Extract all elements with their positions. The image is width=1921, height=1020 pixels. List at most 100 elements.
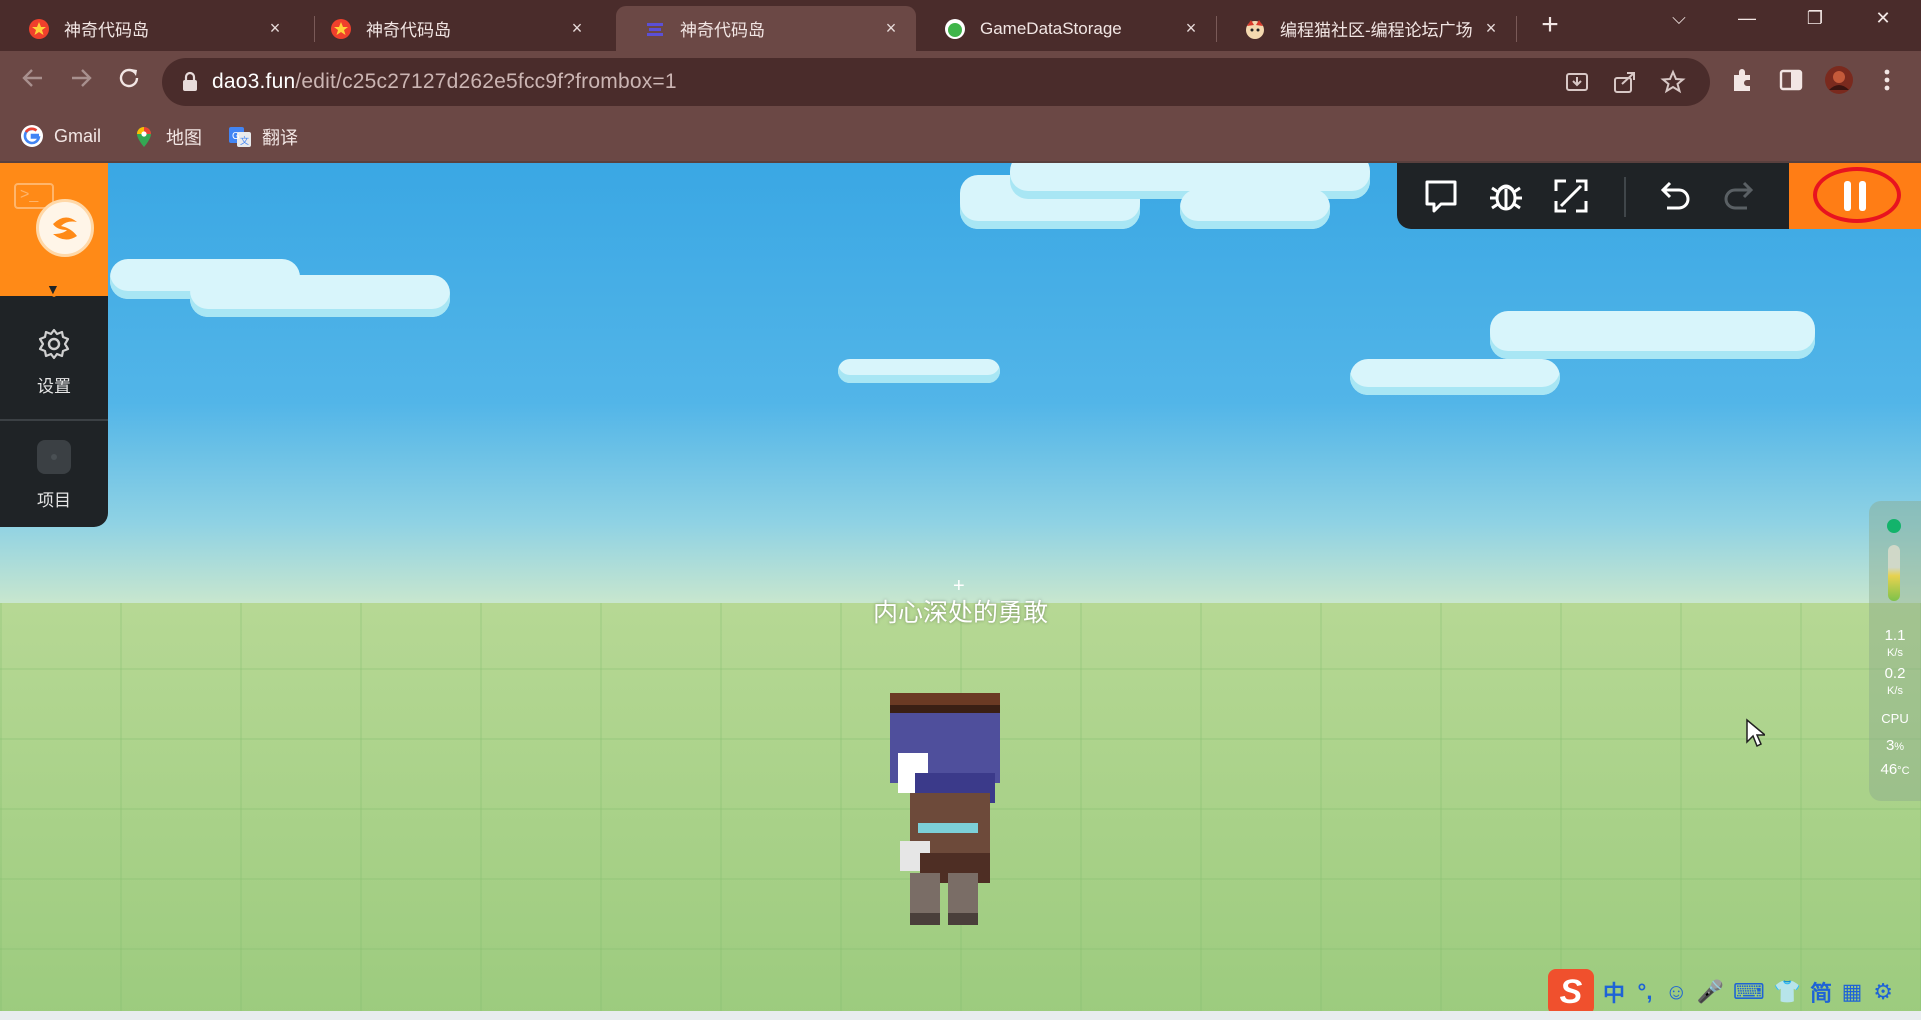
load-bar: [1888, 545, 1900, 601]
ime-keyboard-icon[interactable]: ⌨: [1733, 979, 1765, 1005]
tab-search-dropdown-icon[interactable]: ⌵: [1654, 8, 1704, 38]
sidebar-item-settings[interactable]: 设置: [0, 327, 108, 397]
svg-text:文: 文: [240, 135, 249, 147]
bookmark-translate[interactable]: G文 翻译: [228, 124, 298, 150]
minimize-button[interactable]: —: [1722, 8, 1772, 38]
forward-button[interactable]: [64, 65, 98, 99]
cloud: [1490, 311, 1815, 359]
tab-close-icon[interactable]: ×: [566, 18, 588, 39]
ime-skin-icon[interactable]: 👕: [1774, 979, 1801, 1005]
highlight-circle: [1813, 167, 1901, 223]
player-nametag: 内心深处的勇敢: [872, 598, 1048, 627]
redo-icon[interactable]: [1719, 176, 1759, 216]
pause-icon: [1844, 181, 1851, 211]
restore-button[interactable]: ❐: [1790, 8, 1840, 38]
sogou-logo-icon[interactable]: S: [1548, 968, 1594, 1015]
sidebar-item-label: 设置: [37, 377, 71, 396]
editor-toolbar: [1397, 163, 1789, 229]
ime-emoji-icon[interactable]: ☺: [1665, 979, 1687, 1005]
svg-text:G: G: [232, 131, 240, 142]
cloud: [1180, 189, 1330, 229]
undo-icon[interactable]: [1655, 176, 1695, 216]
back-button[interactable]: [16, 65, 50, 99]
green-favicon-icon: [944, 18, 966, 40]
logo-tile[interactable]: >_: [0, 163, 108, 297]
tab-close-icon[interactable]: ×: [264, 18, 286, 39]
bookmark-label: 翻译: [262, 128, 298, 148]
chevron-down-icon[interactable]: ▼: [46, 281, 60, 297]
ime-chinese-mode[interactable]: 中: [1603, 976, 1625, 1008]
install-app-icon[interactable]: [1564, 69, 1590, 95]
tab-separator: [1516, 16, 1517, 42]
browser-tab[interactable]: GameDataStorage ×: [916, 6, 1216, 51]
chat-icon[interactable]: [1421, 176, 1461, 216]
tab-strip: 神奇代码岛 × 神奇代码岛 × 神奇代码岛 × GameDataStorage …: [0, 0, 1921, 51]
mouse-cursor-icon: [1746, 718, 1765, 748]
sidebar-item-project[interactable]: 项目: [0, 439, 108, 511]
cpu-temperature: 46°C: [1880, 761, 1910, 778]
cloud: [190, 275, 450, 317]
dao-favicon-icon: [644, 18, 666, 40]
bookmark-label: 地图: [166, 128, 202, 148]
lock-icon: [183, 71, 197, 91]
extensions-icon[interactable]: [1728, 65, 1758, 95]
toolbar-separator: [1624, 177, 1626, 217]
project-icon: [37, 440, 71, 474]
tab-title: 编程猫社区-编程论坛广场: [1280, 21, 1473, 40]
cpu-label: CPU: [1881, 711, 1909, 726]
expand-icon[interactable]: [1551, 176, 1591, 216]
bug-icon[interactable]: [1486, 176, 1526, 216]
tab-close-icon[interactable]: ×: [880, 18, 902, 39]
tab-close-icon[interactable]: ×: [1480, 18, 1502, 39]
browser-tab[interactable]: 编程猫社区-编程论坛广场 ×: [1216, 6, 1516, 51]
gear-icon: [38, 328, 70, 360]
cloud: [838, 359, 1000, 383]
side-panel-icon[interactable]: [1776, 65, 1806, 95]
tab-title: GameDataStorage: [980, 18, 1122, 38]
profile-avatar[interactable]: [1824, 65, 1854, 95]
star-favicon-icon: [28, 18, 50, 40]
ime-punctuation[interactable]: °,: [1634, 979, 1656, 1005]
arrow-right-icon: [72, 69, 92, 87]
upload-speed: 1.1 K/s: [1884, 627, 1906, 659]
ime-voice-icon[interactable]: 🎤: [1696, 979, 1723, 1005]
divider: [0, 419, 108, 421]
url-host: dao3.fun: [212, 70, 296, 93]
close-window-button[interactable]: ✕: [1858, 8, 1908, 38]
dao3-logo: [36, 199, 94, 257]
player-character: [890, 693, 1000, 925]
bookmarks-bar: Gmail 地图 G文 翻译: [0, 113, 1921, 163]
url-text: dao3.fun/edit/c25c27127d262e5fcc9f?fromb…: [212, 70, 677, 94]
share-icon[interactable]: [1612, 69, 1638, 95]
ime-settings-icon[interactable]: ⚙: [1872, 979, 1894, 1005]
pause-button[interactable]: [1789, 163, 1921, 229]
browser-tab[interactable]: 神奇代码岛 ×: [0, 6, 300, 51]
codemao-favicon-icon: [1244, 18, 1266, 40]
bookmark-star-icon[interactable]: [1660, 69, 1686, 95]
system-monitor-widget: 1.1 K/s 0.2 K/s CPU 3% 46°C: [1869, 501, 1921, 801]
menu-kebab-icon[interactable]: [1872, 65, 1902, 95]
browser-tab[interactable]: 神奇代码岛 ×: [302, 6, 602, 51]
tab-title: 神奇代码岛: [366, 21, 451, 40]
download-speed: 0.2 K/s: [1884, 665, 1906, 697]
browser-tab-active[interactable]: 神奇代码岛 ×: [616, 6, 916, 51]
ime-toolbox-icon[interactable]: ▦: [1841, 979, 1863, 1005]
game-viewport[interactable]: >_ ▼ 设置 项目 + 内心深处的勇敢 1.1 K/s 0.2 K/s CPU…: [0, 163, 1921, 1020]
bookmark-label: Gmail: [54, 125, 102, 146]
pause-icon: [1859, 181, 1866, 211]
star-favicon-icon: [330, 18, 352, 40]
bookmark-maps[interactable]: 地图: [132, 124, 202, 150]
sidebar-item-label: 项目: [37, 491, 71, 510]
url-path: /edit/c25c27127d262e5fcc9f?frombox=1: [295, 70, 677, 93]
arrow-left-icon: [22, 69, 42, 87]
reload-icon: [119, 68, 139, 88]
reload-button[interactable]: [112, 65, 146, 99]
new-tab-button[interactable]: +: [1532, 10, 1568, 42]
status-strip: [0, 1011, 1921, 1020]
address-bar[interactable]: dao3.fun/edit/c25c27127d262e5fcc9f?fromb…: [162, 58, 1710, 106]
translate-icon: G文: [229, 127, 251, 147]
tab-title: 神奇代码岛: [64, 21, 149, 40]
ime-simplified[interactable]: 简: [1810, 976, 1832, 1008]
tab-close-icon[interactable]: ×: [1180, 18, 1202, 39]
bookmark-gmail[interactable]: Gmail: [20, 124, 101, 148]
